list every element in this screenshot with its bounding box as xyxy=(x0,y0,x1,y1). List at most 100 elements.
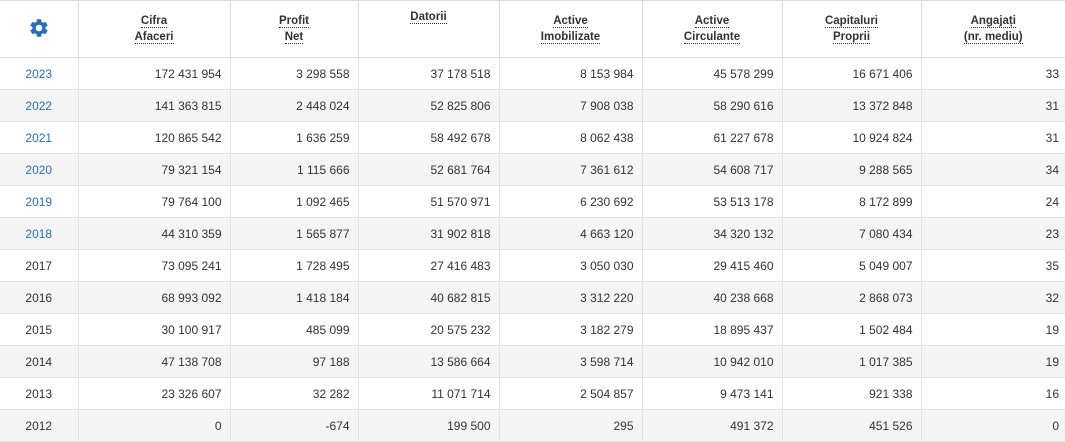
year-cell: 2023 xyxy=(0,57,78,90)
cell-active-imobilizate: 8 153 984 xyxy=(498,57,642,90)
year-label: 2014 xyxy=(25,354,53,369)
financial-data-table: Cifra Afaceri Profit Net Datorii Active Imo… xyxy=(0,0,1065,442)
table-row: 2017 73 095 241 1 728 495 27 416 483 3 050 0… xyxy=(0,249,1065,282)
column-header-profit-net[interactable]: Profit Net xyxy=(229,0,358,58)
cell-profit-net: 1 092 465 xyxy=(229,185,358,218)
cell-profit-net: 3 298 558 xyxy=(229,57,358,90)
column-header-capitaluri-proprii[interactable]: Capitaluri Proprii xyxy=(781,0,921,58)
year-cell: 2022 xyxy=(0,89,78,122)
year-cell: 2020 xyxy=(0,153,78,186)
cell-cifra-afaceri: 68 993 092 xyxy=(77,281,230,314)
cell-cifra-afaceri: 141 363 815 xyxy=(77,89,230,122)
cell-profit-net: 1 636 259 xyxy=(229,121,358,154)
cell-angajati: 24 xyxy=(920,185,1065,218)
cell-capitaluri-proprii: 451 526 xyxy=(781,409,921,442)
cell-capitaluri-proprii: 1 502 484 xyxy=(781,313,921,346)
table-row: 2013 23 326 607 32 282 11 071 714 2 504 857 9… xyxy=(0,377,1065,410)
table-body: 2023 172 431 954 3 298 558 37 178 518 8 153 … xyxy=(0,57,1065,442)
year-link[interactable]: 2020 xyxy=(25,163,52,177)
year-link[interactable]: 2022 xyxy=(25,99,52,113)
table-row: 2014 47 138 708 97 188 13 586 664 3 598 714 1… xyxy=(0,345,1065,378)
year-cell: 2019 xyxy=(0,185,78,218)
table-row: 2012 0 -674 199 500 295 491 372 451 526 0 xyxy=(0,409,1065,442)
cell-cifra-afaceri: 73 095 241 xyxy=(77,249,230,282)
year-label: 2017 xyxy=(25,258,53,273)
cell-datorii: 27 416 483 xyxy=(357,249,499,282)
year-cell: 2015 xyxy=(0,313,78,346)
year-cell: 2016 xyxy=(0,281,78,314)
cell-profit-net: 1 565 877 xyxy=(229,217,358,250)
header-line1: Angajați xyxy=(970,15,1016,28)
cell-cifra-afaceri: 79 321 154 xyxy=(77,153,230,186)
year-label: 2016 xyxy=(25,290,53,305)
cell-cifra-afaceri: 120 865 542 xyxy=(77,121,230,154)
cell-profit-net: -674 xyxy=(229,409,358,442)
year-cell: 2012 xyxy=(0,409,78,442)
cell-active-circulante: 40 238 668 xyxy=(641,281,782,314)
cell-angajati: 0 xyxy=(920,409,1065,442)
header-line2: Imobilizate xyxy=(540,31,601,44)
column-header-angajati[interactable]: Angajați (nr. mediu) xyxy=(920,0,1065,58)
cell-active-circulante: 491 372 xyxy=(641,409,782,442)
cell-capitaluri-proprii: 2 868 073 xyxy=(781,281,921,314)
column-header-active-imobilizate[interactable]: Active Imobilizate xyxy=(498,0,642,58)
cell-datorii: 13 586 664 xyxy=(357,345,499,378)
cell-active-imobilizate: 3 598 714 xyxy=(498,345,642,378)
cell-active-circulante: 58 290 616 xyxy=(641,89,782,122)
cell-active-imobilizate: 6 230 692 xyxy=(498,185,642,218)
year-cell: 2021 xyxy=(0,121,78,154)
cell-angajati: 23 xyxy=(920,217,1065,250)
year-cell: 2013 xyxy=(0,377,78,410)
cell-datorii: 11 071 714 xyxy=(357,377,499,410)
cell-angajati: 31 xyxy=(920,89,1065,122)
cell-datorii: 52 825 806 xyxy=(357,89,499,122)
cell-profit-net: 97 188 xyxy=(229,345,358,378)
cell-cifra-afaceri: 23 326 607 xyxy=(77,377,230,410)
table-row: 2016 68 993 092 1 418 184 40 682 815 3 312 2… xyxy=(0,281,1065,314)
cell-active-circulante: 10 942 010 xyxy=(641,345,782,378)
cell-datorii: 31 902 818 xyxy=(357,217,499,250)
cell-active-circulante: 29 415 460 xyxy=(641,249,782,282)
cell-angajati: 19 xyxy=(920,313,1065,346)
cell-active-circulante: 9 473 141 xyxy=(641,377,782,410)
cell-datorii: 20 575 232 xyxy=(357,313,499,346)
cell-angajati: 35 xyxy=(920,249,1065,282)
header-line1: Cifra xyxy=(140,15,168,28)
header-line2: Proprii xyxy=(832,31,871,44)
year-link[interactable]: 2019 xyxy=(25,195,52,209)
cell-capitaluri-proprii: 16 671 406 xyxy=(781,57,921,90)
column-header-datorii[interactable]: Datorii xyxy=(357,0,499,58)
cell-angajati: 31 xyxy=(920,121,1065,154)
year-label: 2013 xyxy=(25,386,53,401)
cell-active-imobilizate: 4 663 120 xyxy=(498,217,642,250)
cell-datorii: 199 500 xyxy=(357,409,499,442)
header-line1: Active xyxy=(694,15,730,28)
year-link[interactable]: 2023 xyxy=(25,67,52,81)
cell-profit-net: 1 418 184 xyxy=(229,281,358,314)
cell-active-imobilizate: 3 312 220 xyxy=(498,281,642,314)
header-line1: Profit xyxy=(278,15,310,28)
cell-datorii: 37 178 518 xyxy=(357,57,499,90)
year-link[interactable]: 2021 xyxy=(25,131,52,145)
cell-active-circulante: 34 320 132 xyxy=(641,217,782,250)
year-link[interactable]: 2018 xyxy=(25,227,52,241)
header-line2: Afaceri xyxy=(134,31,174,44)
cell-datorii: 51 570 971 xyxy=(357,185,499,218)
cell-capitaluri-proprii: 10 924 824 xyxy=(781,121,921,154)
column-header-cifra-afaceri[interactable]: Cifra Afaceri xyxy=(77,0,230,58)
cell-capitaluri-proprii: 1 017 385 xyxy=(781,345,921,378)
header-line1: Capitaluri xyxy=(824,15,879,28)
cell-cifra-afaceri: 44 310 359 xyxy=(77,217,230,250)
cell-angajati: 19 xyxy=(920,345,1065,378)
cell-capitaluri-proprii: 5 049 007 xyxy=(781,249,921,282)
cell-cifra-afaceri: 0 xyxy=(77,409,230,442)
cell-active-circulante: 18 895 437 xyxy=(641,313,782,346)
column-header-active-circulante[interactable]: Active Circulante xyxy=(641,0,782,58)
header-line2: (nr. mediu) xyxy=(963,31,1023,44)
cell-angajati: 34 xyxy=(920,153,1065,186)
year-cell: 2017 xyxy=(0,249,78,282)
year-cell: 2018 xyxy=(0,217,78,250)
gear-icon[interactable] xyxy=(28,17,50,39)
cell-angajati: 33 xyxy=(920,57,1065,90)
table-row: 2019 79 764 100 1 092 465 51 570 971 6 230 6… xyxy=(0,185,1065,218)
